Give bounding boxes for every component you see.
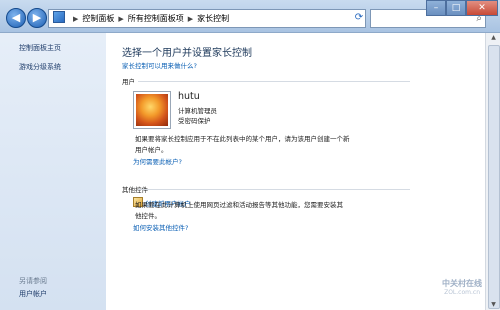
main-content: 选择一个用户并设置家长控制 家长控制可以用来做什么? 用户 hutu 计算机管理… xyxy=(106,33,485,310)
window-controls: – □ ✕ xyxy=(426,0,498,16)
close-button[interactable]: ✕ xyxy=(466,0,498,16)
install-controls-link[interactable]: 如何安装其他控件? xyxy=(133,222,188,232)
control-panel-icon xyxy=(53,11,65,23)
sidebar-item-control-panel-home[interactable]: 控制面板主页 xyxy=(19,43,61,53)
scroll-down-icon[interactable]: ▼ xyxy=(486,300,500,310)
users-section-title: 用户 xyxy=(122,78,135,86)
forward-arrow-icon[interactable]: ▶ xyxy=(27,8,47,28)
watermark-text: 中关村在线 xyxy=(442,279,482,288)
scroll-up-icon[interactable]: ▲ xyxy=(486,33,500,43)
sidebar: 控制面板主页 游戏分级系统 另请参阅 用户帐户 xyxy=(0,33,106,310)
new-user-note: 如果要将家长控制应用于不在此列表中的某个用户，请为该用户创建一个新用户帐户。 xyxy=(135,135,350,154)
breadcrumb-item[interactable]: 所有控制面板项 xyxy=(128,14,184,23)
user-name[interactable]: hutu xyxy=(178,91,200,102)
title-bar: ◀ ▶ ▶ 控制面板 ▶ 所有控制面板项 ▶ 家长控制 ⟳ ⌕ – □ ✕ xyxy=(0,0,500,33)
address-bar[interactable]: ▶ 控制面板 ▶ 所有控制面板项 ▶ 家长控制 xyxy=(48,9,366,28)
divider xyxy=(138,81,410,82)
help-link[interactable]: 家长控制可以用来做什么? xyxy=(122,60,197,70)
divider xyxy=(138,189,410,190)
breadcrumb-item[interactable]: 控制面板 xyxy=(82,14,114,23)
see-also-title: 另请参阅 xyxy=(19,277,47,285)
watermark-url: ZOL.com.cn xyxy=(444,289,480,296)
back-arrow-icon[interactable]: ◀ xyxy=(6,8,26,28)
refresh-icon[interactable]: ⟳ xyxy=(352,9,366,26)
other-controls-note: 如果要在此计算机上使用网页过滤和活动报告等其他功能，您需要安装其他控件。 xyxy=(135,201,343,220)
breadcrumb-item[interactable]: 家长控制 xyxy=(197,14,229,23)
sidebar-item-user-accounts[interactable]: 用户帐户 xyxy=(19,289,47,299)
user-avatar[interactable] xyxy=(133,91,171,129)
page-title: 选择一个用户并设置家长控制 xyxy=(122,48,252,59)
flower-avatar-icon xyxy=(136,94,168,126)
vertical-scrollbar[interactable]: ▲ ▼ xyxy=(485,33,500,310)
sidebar-item-game-ratings[interactable]: 游戏分级系统 xyxy=(19,62,61,72)
maximize-button[interactable]: □ xyxy=(446,0,466,16)
user-role: 计算机管理员 xyxy=(178,107,217,115)
why-account-link[interactable]: 为何需要此帐户? xyxy=(133,156,182,166)
watermark: 中关村在线 ZOL.com.cn xyxy=(412,278,482,300)
scrollbar-thumb[interactable] xyxy=(488,45,500,309)
user-password-status: 受密码保护 xyxy=(178,117,211,125)
minimize-button[interactable]: – xyxy=(426,0,446,16)
